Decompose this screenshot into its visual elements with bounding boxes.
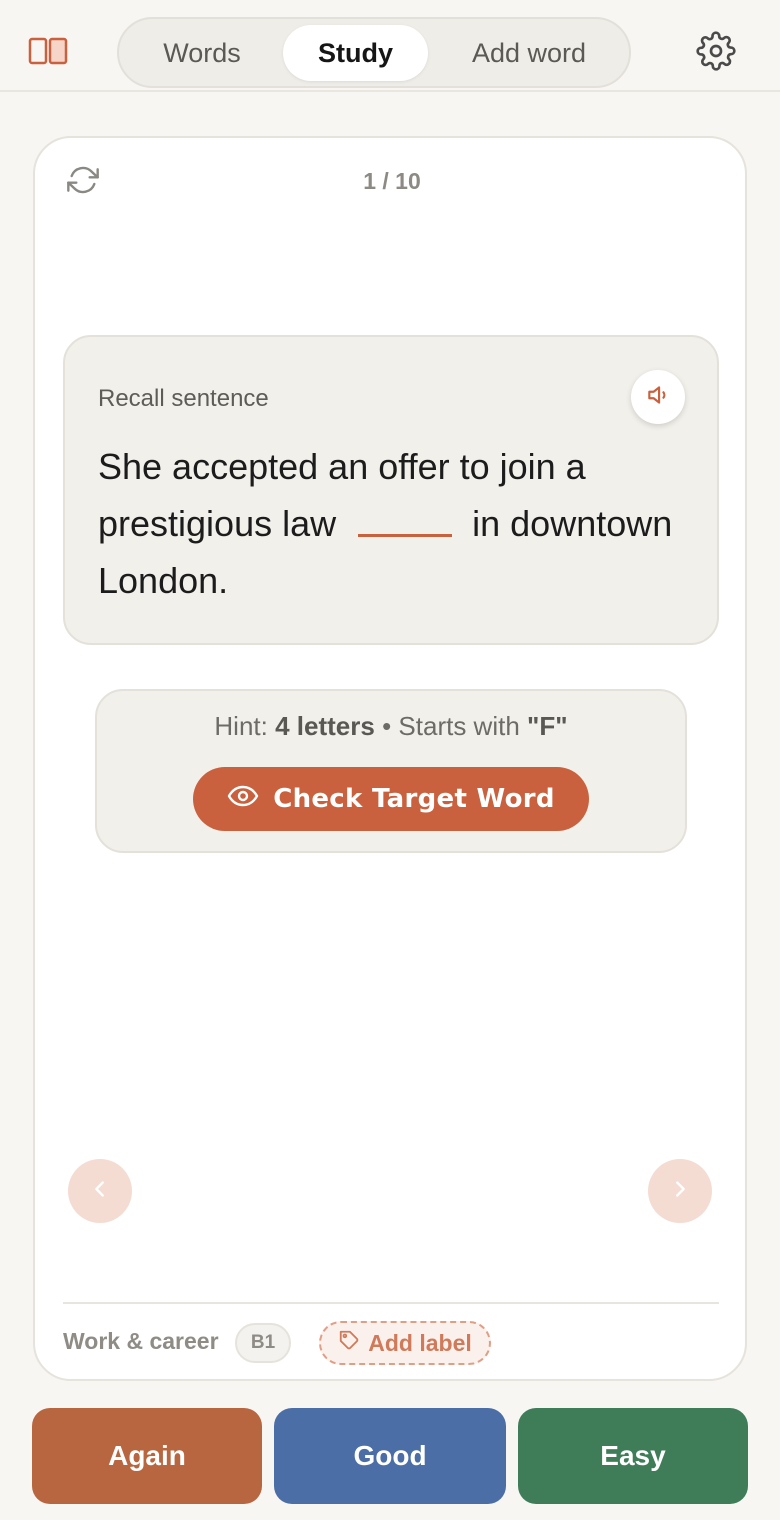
- study-card: 1 / 10 Recall sentence She accepted an o…: [33, 136, 747, 1381]
- add-label-button[interactable]: Add label: [319, 1321, 491, 1365]
- hint-first-letter: "F": [527, 711, 568, 741]
- sentence-label: Recall sentence: [98, 385, 269, 412]
- next-card-button[interactable]: [648, 1159, 712, 1223]
- chevron-right-icon: [669, 1178, 691, 1205]
- book-open-icon[interactable]: [28, 36, 68, 66]
- hint-panel: Hint: 4 letters • Starts with "F" Check …: [95, 689, 687, 853]
- progress-counter: 1 / 10: [363, 168, 421, 194]
- eye-icon: [227, 784, 273, 814]
- grade-again-button[interactable]: Again: [32, 1408, 262, 1504]
- grade-easy-button[interactable]: Easy: [518, 1408, 748, 1504]
- hint-starts-prefix: Starts with: [398, 711, 520, 741]
- chevron-left-icon: [89, 1178, 111, 1205]
- hint-text: Hint: 4 letters • Starts with "F": [97, 711, 685, 742]
- tab-add-word[interactable]: Add word: [449, 25, 609, 81]
- cloze-sentence: She accepted an offer to join a prestigi…: [98, 438, 688, 609]
- hint-letter-count: 4 letters: [275, 711, 375, 741]
- gear-icon[interactable]: [696, 31, 736, 71]
- add-label-text: Add label: [368, 1329, 472, 1356]
- mode-tabs: Words Study Add word: [117, 17, 631, 88]
- sentence-panel: Recall sentence She accepted an offer to…: [63, 335, 719, 645]
- check-target-word-button[interactable]: Check Target Word: [193, 767, 589, 831]
- level-badge: B1: [235, 1323, 291, 1363]
- previous-card-button[interactable]: [68, 1159, 132, 1223]
- hint-prefix: Hint:: [214, 711, 268, 741]
- topic-label: Work & career: [63, 1328, 219, 1354]
- check-target-word-label: Check Target Word: [273, 784, 555, 814]
- speaker-icon: [645, 382, 671, 413]
- hint-separator: •: [382, 711, 392, 741]
- tab-study[interactable]: Study: [283, 25, 428, 81]
- app-header: Words Study Add word: [0, 0, 780, 92]
- card-footer-divider: [63, 1302, 719, 1304]
- answer-blank: [358, 533, 453, 537]
- speaker-button[interactable]: [631, 370, 685, 424]
- tab-words[interactable]: Words: [137, 25, 267, 81]
- grade-good-button[interactable]: Good: [274, 1408, 506, 1504]
- tag-icon: [338, 1329, 368, 1357]
